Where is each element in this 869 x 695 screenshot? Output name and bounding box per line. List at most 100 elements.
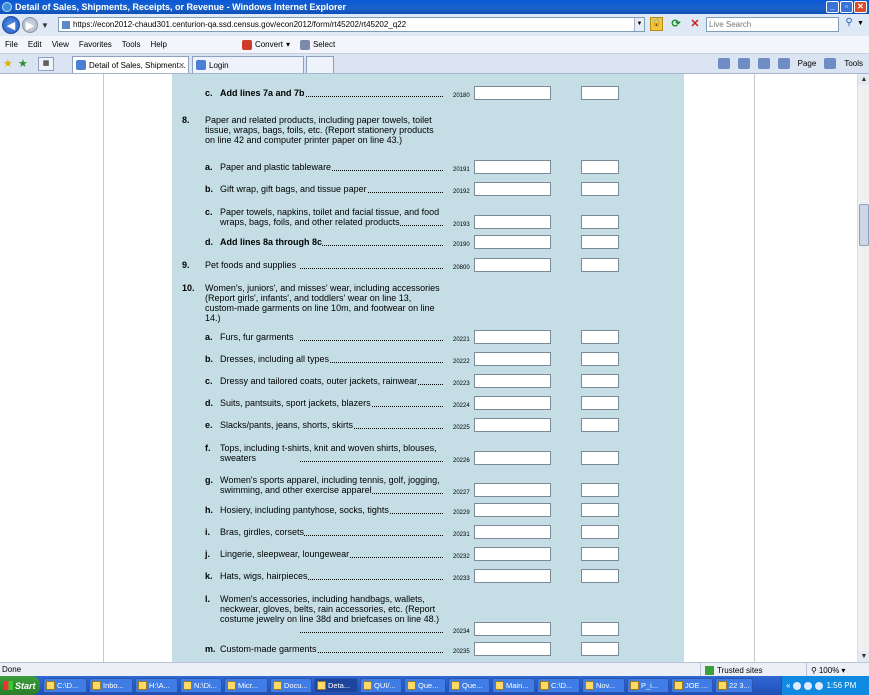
amount-input[interactable]	[474, 547, 551, 561]
taskbar-button[interactable]: P_i...	[627, 678, 669, 693]
taskbar-button[interactable]: Deta...	[314, 678, 358, 693]
add-favorites-icon[interactable]: ★	[18, 58, 30, 70]
percent-input[interactable]	[581, 86, 619, 100]
taskbar-button[interactable]: Main...	[492, 678, 535, 693]
lock-icon[interactable]: 🔒	[650, 17, 663, 31]
security-zone[interactable]: Trusted sites	[700, 663, 763, 677]
tools-menu-button[interactable]: Tools	[844, 59, 863, 68]
percent-input[interactable]	[581, 182, 619, 196]
select-button[interactable]: Select	[299, 39, 335, 50]
amount-input[interactable]	[474, 622, 551, 636]
vertical-scrollbar[interactable]: ▲ ▼	[857, 74, 869, 662]
taskbar-button[interactable]: N:\Di...	[180, 678, 222, 693]
refresh-button[interactable]: ⟳	[669, 17, 683, 31]
taskbar-button[interactable]: C:\D...	[43, 678, 87, 693]
percent-input[interactable]	[581, 396, 619, 410]
start-button[interactable]: Start	[0, 676, 40, 695]
percent-input[interactable]	[581, 642, 619, 656]
forward-button[interactable]: ▶	[22, 17, 38, 33]
menu-edit[interactable]: Edit	[23, 40, 47, 49]
taskbar-button[interactable]: Docu...	[270, 678, 312, 693]
url-input[interactable]: https://econ2012-chaud301.centurion-qa.s…	[58, 17, 645, 32]
percent-input[interactable]	[581, 503, 619, 517]
percent-input[interactable]	[581, 525, 619, 539]
amount-input[interactable]	[474, 451, 551, 465]
percent-input[interactable]	[581, 569, 619, 583]
taskbar-button[interactable]: H:\A...	[135, 678, 178, 693]
page-menu-button[interactable]: Page	[798, 59, 817, 68]
minimize-button[interactable]: _	[826, 1, 839, 13]
home-icon[interactable]	[717, 58, 730, 69]
mail-icon[interactable]	[757, 58, 770, 69]
tray-expand-icon[interactable]: «	[786, 681, 790, 690]
search-options-dropdown-icon[interactable]: ▼	[857, 17, 864, 31]
amount-input[interactable]	[474, 418, 551, 432]
new-tab-button[interactable]	[306, 56, 334, 73]
amount-input[interactable]	[474, 330, 551, 344]
percent-input[interactable]	[581, 483, 619, 497]
percent-input[interactable]	[581, 547, 619, 561]
tab-detail-of-sales[interactable]: Detail of Sales, Shipment... ✕	[72, 56, 189, 73]
amount-input[interactable]	[474, 642, 551, 656]
menu-help[interactable]: Help	[145, 40, 171, 49]
taskbar-button[interactable]: JOE ...	[671, 678, 713, 693]
amount-input[interactable]	[474, 215, 551, 229]
taskbar-button[interactable]: Inbo...	[89, 678, 133, 693]
convert-dropdown-icon[interactable]: ▾	[286, 40, 290, 49]
menu-tools[interactable]: Tools	[117, 40, 146, 49]
close-tab-icon[interactable]: ✕	[178, 61, 185, 70]
quick-tabs-icon[interactable]: ▦	[38, 56, 54, 71]
taskbar-button[interactable]: 22 3...	[715, 678, 753, 693]
percent-input[interactable]	[581, 352, 619, 366]
taskbar-button[interactable]: Nov...	[582, 678, 625, 693]
convert-button[interactable]: Convert ▾	[241, 39, 290, 50]
zoom-control[interactable]: ⚲ 100% ▾	[806, 663, 845, 677]
stop-button[interactable]: ✕	[688, 17, 702, 31]
taskbar-button[interactable]: C:\D...	[537, 678, 580, 693]
search-input[interactable]: Live Search	[706, 17, 839, 32]
percent-input[interactable]	[581, 258, 619, 272]
close-window-button[interactable]: ✕	[854, 1, 867, 13]
amount-input[interactable]	[474, 235, 551, 249]
scroll-up-icon[interactable]: ▲	[858, 74, 869, 85]
amount-input[interactable]	[474, 569, 551, 583]
amount-input[interactable]	[474, 86, 551, 100]
taskbar-button[interactable]: QUI/...	[360, 678, 402, 693]
zoom-dropdown-icon[interactable]: ▾	[841, 666, 845, 675]
amount-input[interactable]	[474, 483, 551, 497]
percent-input[interactable]	[581, 215, 619, 229]
url-dropdown-icon[interactable]: ▼	[634, 18, 644, 31]
favorites-star-icon[interactable]: ★	[3, 58, 15, 70]
percent-input[interactable]	[581, 160, 619, 174]
amount-input[interactable]	[474, 503, 551, 517]
amount-input[interactable]	[474, 258, 551, 272]
amount-input[interactable]	[474, 352, 551, 366]
maximize-button[interactable]: ▫	[840, 1, 853, 13]
amount-input[interactable]	[474, 160, 551, 174]
amount-input[interactable]	[474, 525, 551, 539]
taskbar-button[interactable]: Que...	[448, 678, 490, 693]
percent-input[interactable]	[581, 374, 619, 388]
history-dropdown-icon[interactable]: ▼	[41, 21, 49, 30]
amount-input[interactable]	[474, 374, 551, 388]
scroll-thumb[interactable]	[859, 204, 869, 246]
taskbar-button[interactable]: Que...	[404, 678, 446, 693]
search-icon[interactable]: ⚲	[842, 17, 856, 31]
menu-file[interactable]: File	[0, 40, 23, 49]
feeds-icon[interactable]	[737, 58, 750, 69]
tray-icon[interactable]	[793, 681, 802, 690]
back-button[interactable]: ◀	[2, 16, 20, 34]
percent-input[interactable]	[581, 418, 619, 432]
print-icon[interactable]	[777, 58, 790, 69]
tray-icon[interactable]	[804, 681, 813, 690]
menu-favorites[interactable]: Favorites	[74, 40, 117, 49]
percent-input[interactable]	[581, 235, 619, 249]
amount-input[interactable]	[474, 396, 551, 410]
percent-input[interactable]	[581, 451, 619, 465]
percent-input[interactable]	[581, 330, 619, 344]
menu-view[interactable]: View	[47, 40, 74, 49]
amount-input[interactable]	[474, 182, 551, 196]
tab-login[interactable]: Login	[192, 56, 304, 73]
percent-input[interactable]	[581, 622, 619, 636]
scroll-down-icon[interactable]: ▼	[858, 651, 869, 662]
